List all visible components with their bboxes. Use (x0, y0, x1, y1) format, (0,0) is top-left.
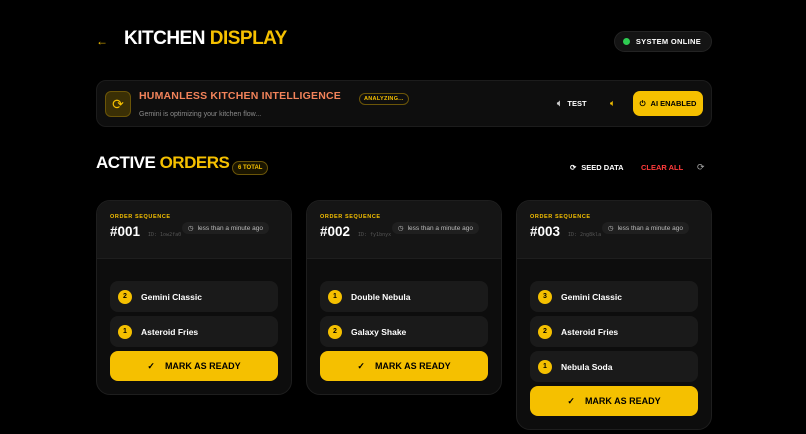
item-name: Galaxy Shake (351, 326, 407, 337)
order-id: ID: 2ng8kla (568, 232, 602, 238)
item-qty: 3 (538, 289, 552, 304)
item-qty: 1 (328, 289, 342, 304)
banner-title: HUMANLESS KITCHEN INTELLIGENCE (139, 90, 342, 102)
power-icon: ⏻ (639, 98, 646, 108)
ai-enabled-button[interactable]: ⏻ AI ENABLED (633, 91, 703, 116)
system-status-badge: SYSTEM ONLINE (613, 31, 712, 52)
order-item: 3 Gemini Classic (530, 281, 698, 312)
order-card-header: ORDER SEQUENCE #002 ID: fy1bnyx ◷ less th… (307, 201, 501, 259)
item-name: Double Nebula (351, 291, 411, 302)
order-items: 3 Gemini Classic 2 Asteroid Fries 1 Nebula … (517, 259, 711, 382)
order-items: 2 Gemini Classic 1 Asteroid Fries (97, 259, 291, 347)
order-item: 2 Gemini Classic (110, 281, 278, 312)
order-card-header: ORDER SEQUENCE #001 ID: 1ow2fa0 ◷ less th… (97, 201, 291, 259)
orders-title-main: ACTIVE (96, 153, 156, 172)
orders-title: ACTIVE ORDERS (96, 153, 230, 173)
item-qty: 1 (538, 359, 552, 374)
item-qty: 2 (328, 324, 342, 339)
seed-icon: ⟳ (570, 163, 577, 172)
test-button-label: TEST (567, 99, 587, 108)
item-qty: 2 (538, 324, 552, 339)
speaker-icon: 🔈︎ (557, 98, 563, 108)
order-card: ORDER SEQUENCE #002 ID: fy1bnyx ◷ less th… (306, 200, 502, 395)
check-icon: ✓ (147, 360, 155, 371)
page-title-main: KITCHEN (124, 28, 205, 49)
ai-enabled-label: AI ENABLED (650, 99, 697, 108)
order-number: #003 (530, 224, 561, 239)
seed-data-button[interactable]: ⟳ SEED DATA (570, 163, 624, 172)
order-card-header: ORDER SEQUENCE #003 ID: 2ng8kla ◷ less th… (517, 201, 711, 259)
mark-ready-button[interactable]: ✓ MARK AS READY (530, 386, 698, 416)
orders-title-accent: ORDERS (159, 153, 230, 172)
order-sequence-label: ORDER SEQUENCE (320, 214, 381, 220)
mark-ready-label: MARK AS READY (164, 361, 241, 371)
order-item: 1 Double Nebula (320, 281, 488, 312)
order-card: ORDER SEQUENCE #003 ID: 2ng8kla ◷ less th… (516, 200, 712, 430)
clock-icon: ◷ (187, 225, 194, 232)
item-qty: 1 (118, 324, 132, 339)
item-qty: 2 (118, 289, 132, 304)
order-id: ID: 1ow2fa0 (148, 232, 182, 238)
refresh-icon[interactable]: ⟳ (697, 162, 705, 173)
status-dot-icon (622, 38, 630, 45)
mark-ready-label: MARK AS READY (374, 361, 451, 371)
order-time: less than a minute ago (197, 224, 263, 232)
order-item: 2 Asteroid Fries (530, 316, 698, 347)
volume-icon[interactable]: 🔈︎ (610, 98, 615, 109)
item-name: Gemini Classic (561, 291, 622, 302)
orders-total-badge: 6 TOTAL (232, 161, 269, 175)
order-sequence-label: ORDER SEQUENCE (110, 214, 171, 220)
ai-banner: ⟳ HUMANLESS KITCHEN INTELLIGENCE ANALYZI… (96, 80, 712, 127)
banner-subtitle: Gemini is optimizing your kitchen flow..… (139, 111, 262, 118)
item-name: Asteroid Fries (141, 326, 199, 337)
order-time-badge: ◷ less than a minute ago (601, 222, 689, 234)
order-number: #001 (110, 224, 141, 239)
test-button[interactable]: 🔈︎ TEST (557, 98, 587, 109)
item-name: Nebula Soda (561, 361, 613, 372)
page-title-accent: DISPLAY (209, 28, 288, 49)
item-name: Asteroid Fries (561, 326, 619, 337)
order-time: less than a minute ago (617, 224, 683, 232)
clock-icon: ◷ (397, 225, 404, 232)
mark-ready-button[interactable]: ✓ MARK AS READY (110, 351, 278, 381)
order-number: #002 (320, 224, 351, 239)
item-name: Gemini Classic (141, 291, 202, 302)
order-id: ID: fy1bnyx (358, 232, 392, 238)
header: ← KITCHEN DISPLAY SYSTEM ONLINE (96, 26, 712, 56)
order-card: ORDER SEQUENCE #001 ID: 1ow2fa0 ◷ less th… (96, 200, 292, 395)
check-icon: ✓ (357, 360, 365, 371)
order-items: 1 Double Nebula 2 Galaxy Shake (307, 259, 501, 347)
order-item: 1 Nebula Soda (530, 351, 698, 382)
order-time-badge: ◷ less than a minute ago (181, 222, 269, 234)
seed-data-label: SEED DATA (581, 163, 624, 172)
order-item: 1 Asteroid Fries (110, 316, 278, 347)
sync-icon: ⟳ (105, 91, 131, 117)
clock-icon: ◷ (607, 225, 614, 232)
order-item: 2 Galaxy Shake (320, 316, 488, 347)
order-sequence-label: ORDER SEQUENCE (530, 214, 591, 220)
system-status-label: SYSTEM ONLINE (635, 37, 701, 46)
order-time-badge: ◷ less than a minute ago (391, 222, 479, 234)
mark-ready-label: MARK AS READY (584, 396, 661, 406)
check-icon: ✓ (567, 395, 575, 406)
page-title: KITCHEN DISPLAY (124, 28, 287, 50)
clear-all-button[interactable]: CLEAR ALL (641, 163, 683, 172)
back-arrow-icon[interactable]: ← (96, 34, 108, 48)
mark-ready-button[interactable]: ✓ MARK AS READY (320, 351, 488, 381)
order-time: less than a minute ago (407, 224, 473, 232)
analyzing-badge: ANALYZING... (359, 93, 409, 105)
